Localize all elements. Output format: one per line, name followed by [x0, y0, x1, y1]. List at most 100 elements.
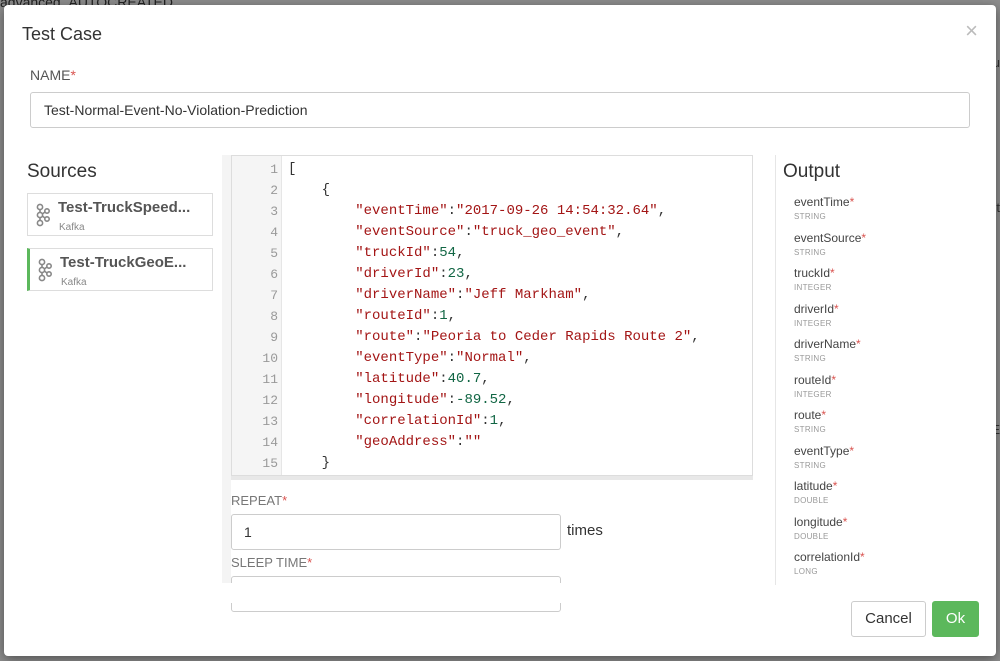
code-line: 15 }: [232, 453, 752, 474]
line-number: 12: [262, 393, 278, 408]
source-name: Test-TruckSpeed...: [58, 199, 191, 216]
source-item-truckgeo[interactable]: Test-TruckGeoE... Kafka: [27, 248, 213, 291]
test-case-modal: Test Case × NAME* Sources Test-TruckSpee…: [4, 5, 996, 656]
output-field: eventSource* STRING: [794, 231, 866, 257]
sleep-time-label: SLEEP TIME*: [231, 555, 312, 570]
editor-scrollbar[interactable]: [231, 476, 753, 480]
code-text: "eventSource":"truck_geo_event",: [355, 224, 625, 240]
output-field-name: eventType*: [794, 443, 855, 458]
required-mark: *: [849, 195, 855, 209]
code-text: "geoAddress":"": [355, 434, 482, 450]
output-field-name: longitude*: [794, 514, 848, 529]
repeat-label: REPEAT*: [231, 493, 287, 508]
json-key: "eventType": [355, 350, 448, 366]
output-field-type: STRING: [794, 425, 827, 434]
output-field-name: routeId*: [794, 372, 837, 387]
code-text: "eventTime":"2017-09-26 14:54:32.64",: [355, 203, 667, 219]
json-value: 23: [447, 266, 465, 282]
repeat-suffix: times: [567, 522, 603, 539]
line-number: 1: [270, 162, 278, 177]
json-value: "Jeff Markham": [464, 287, 583, 303]
json-key: "eventSource": [355, 224, 465, 240]
json-key: "latitude": [355, 371, 440, 387]
code-line: 5 "truckId":54,: [232, 243, 752, 264]
line-number: 14: [262, 435, 278, 450]
required-mark: *: [830, 266, 835, 280]
close-icon[interactable]: ×: [965, 20, 978, 42]
code-text: "longitude":-89.52,: [355, 392, 515, 408]
code-line: 7 "driverName":"Jeff Markham",: [232, 285, 752, 306]
required-mark: *: [282, 493, 288, 508]
output-field-name: truckId*: [794, 266, 835, 280]
json-key: "correlationId": [355, 413, 482, 429]
line-number: 5: [270, 246, 278, 261]
json-value: 54: [439, 245, 457, 261]
line-number: 13: [262, 414, 278, 429]
output-divider: [775, 155, 776, 585]
code-text: "route":"Peoria to Ceder Rapids Route 2"…: [355, 329, 700, 345]
code-text: "eventType":"Normal",: [355, 350, 532, 366]
source-item-truckspeed[interactable]: Test-TruckSpeed... Kafka: [27, 193, 213, 236]
required-mark: *: [849, 443, 855, 458]
json-key: "route": [355, 329, 415, 345]
ok-button[interactable]: Ok: [932, 601, 979, 637]
json-key: "routeId": [355, 308, 431, 324]
line-number: 15: [262, 456, 278, 471]
output-field: longitude* DOUBLE: [794, 515, 847, 541]
output-field-type: DOUBLE: [794, 496, 829, 505]
output-field-type: DOUBLE: [794, 531, 829, 541]
line-number: 10: [262, 351, 278, 366]
code-line: 9 "route":"Peoria to Ceder Rapids Route …: [232, 327, 752, 348]
output-field-type: STRING: [794, 460, 827, 470]
sources-title: Sources: [27, 161, 97, 182]
cancel-button[interactable]: Cancel: [851, 601, 926, 637]
json-key: "eventTime": [355, 203, 448, 219]
code-text: "routeId":1,: [355, 308, 457, 324]
code-text: "correlationId":1,: [355, 413, 507, 429]
json-value: 40.7: [447, 371, 482, 387]
output-field: eventTime* STRING: [794, 195, 854, 221]
code-text: }: [288, 455, 331, 471]
required-mark: *: [834, 301, 839, 316]
source-type: Kafka: [61, 277, 87, 288]
required-mark: *: [860, 550, 865, 564]
output-field: driverId* INTEGER: [794, 302, 839, 328]
name-label-text: NAME: [30, 67, 71, 83]
repeat-input[interactable]: [231, 514, 561, 550]
required-mark: *: [307, 555, 313, 570]
required-mark: *: [856, 337, 861, 351]
output-field-name: latitude*: [794, 479, 838, 493]
code-line: 2 {: [232, 180, 752, 201]
required-mark: *: [842, 514, 848, 529]
json-key: "driverId": [355, 266, 440, 282]
output-field-type: STRING: [794, 247, 827, 257]
json-key: "driverName": [355, 287, 457, 303]
code-line: 6 "driverId":23,: [232, 264, 752, 285]
json-key: "longitude": [355, 392, 448, 408]
source-type: Kafka: [59, 222, 85, 233]
json-value: 1: [489, 413, 499, 429]
repeat-label-text: REPEAT: [231, 493, 283, 508]
output-field-type: STRING: [794, 354, 827, 363]
output-field: driverName* STRING: [794, 337, 861, 363]
output-field-name: route*: [794, 408, 827, 422]
json-value: "2017-09-26 14:54:32.64": [456, 203, 658, 219]
line-number: 4: [270, 225, 278, 240]
json-value: "truck_geo_event": [472, 224, 616, 240]
line-number: 6: [270, 267, 278, 282]
json-value: "": [464, 434, 482, 450]
code-line: 14 "geoAddress":"": [232, 432, 752, 453]
json-editor[interactable]: 1 [2 {3 "eventTime":"2017-09-26 14:54:32.…: [231, 155, 753, 476]
background-fragment: t: [996, 200, 1000, 215]
output-field-type: INTEGER: [794, 389, 832, 399]
output-field-name: driverName*: [794, 337, 861, 351]
code-text: [: [288, 161, 297, 177]
output-field-type: INTEGER: [794, 283, 832, 292]
code-text: {: [288, 182, 331, 198]
center-panel-background: [222, 155, 231, 585]
code-line: 3 "eventTime":"2017-09-26 14:54:32.64",: [232, 201, 752, 222]
name-input[interactable]: [30, 92, 970, 128]
line-number: 2: [270, 183, 278, 198]
source-name: Test-TruckGeoE...: [60, 254, 187, 271]
output-field: latitude* DOUBLE: [794, 479, 837, 505]
